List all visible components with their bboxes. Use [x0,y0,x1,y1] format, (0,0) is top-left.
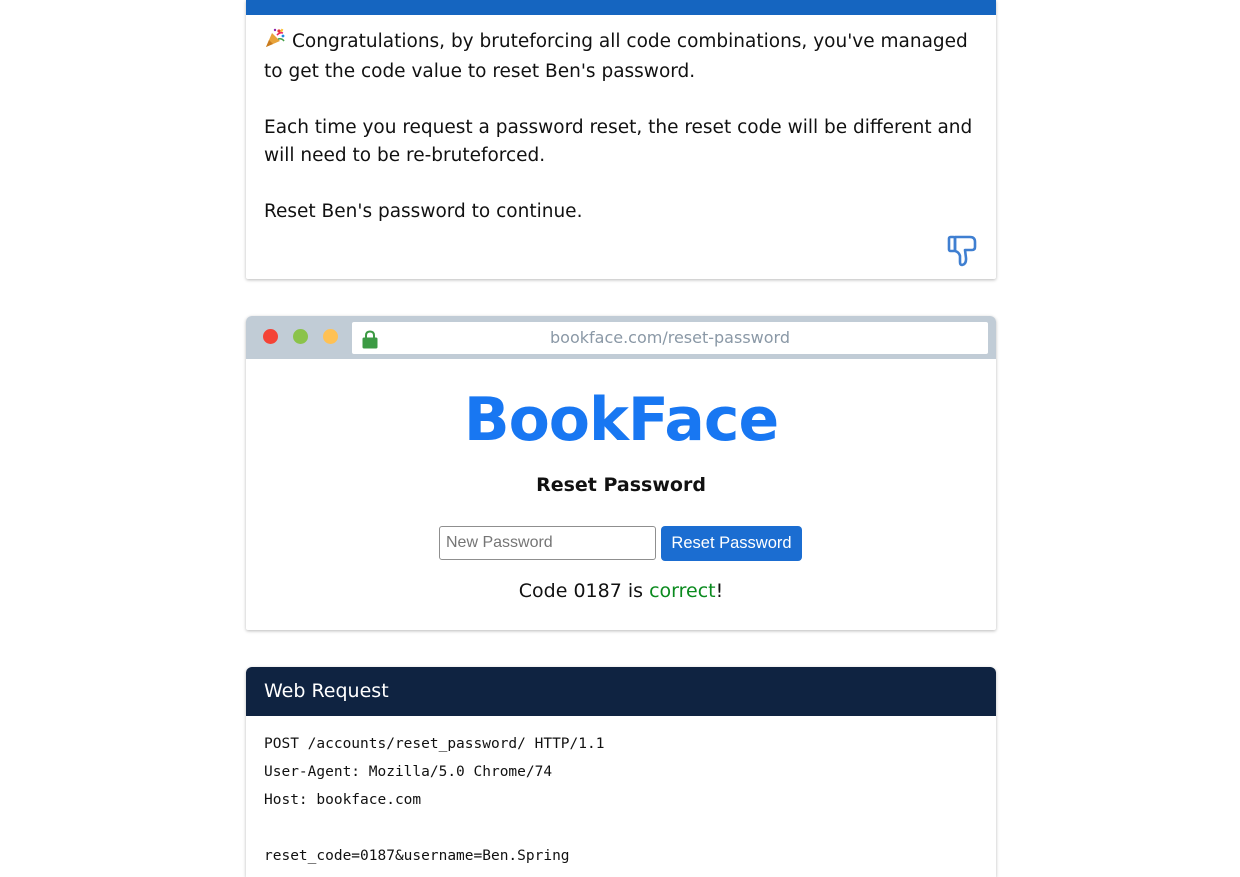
info-paragraph-1: Congratulations, by bruteforcing all cod… [264,27,978,86]
web-request-card: Web Request POST /accounts/reset_passwor… [246,667,996,877]
browser-window: bookface.com/reset-password BookFace Res… [246,316,996,630]
request-header-host: Host: bookface.com [264,792,422,808]
reset-password-title: Reset Password [536,474,706,496]
request-blank-line [264,814,978,842]
window-close-dot [263,329,278,344]
web-request-body: POST /accounts/reset_password/ HTTP/1.1 … [246,716,996,870]
result-status: correct [649,580,716,602]
info-card-body: Congratulations, by bruteforcing all cod… [246,15,996,226]
request-line: POST /accounts/reset_password/ HTTP/1.1 [264,736,605,752]
result-prefix: Code 0187 is [518,580,650,602]
info-paragraph-3: Reset Ben's password to continue. [264,201,583,222]
thumbs-down-icon[interactable] [946,233,980,269]
request-header-user-agent: User-Agent: Mozilla/5.0 Chrome/74 [264,764,553,780]
url-text: bookface.com/reset-password [550,328,790,347]
code-result-message: Code 0187 is correct! [246,580,996,602]
result-suffix: ! [715,580,724,602]
new-password-input[interactable] [439,526,656,560]
party-popper-icon [264,27,288,58]
window-minimize-dot [323,329,338,344]
request-body: reset_code=0187&username=Ben.Spring [264,848,570,864]
window-maximize-dot [293,329,308,344]
reset-password-button[interactable]: Reset Password [661,526,802,561]
web-request-title: Web Request [246,667,996,716]
info-card: Congratulations, by bruteforcing all cod… [246,0,996,279]
info-card-accent-bar [246,0,996,15]
address-bar: bookface.com/reset-password [352,322,988,354]
browser-toolbar: bookface.com/reset-password [246,316,996,359]
bookface-logo: BookFace [463,385,779,455]
info-paragraph-2: Each time you request a password reset, … [264,117,973,166]
